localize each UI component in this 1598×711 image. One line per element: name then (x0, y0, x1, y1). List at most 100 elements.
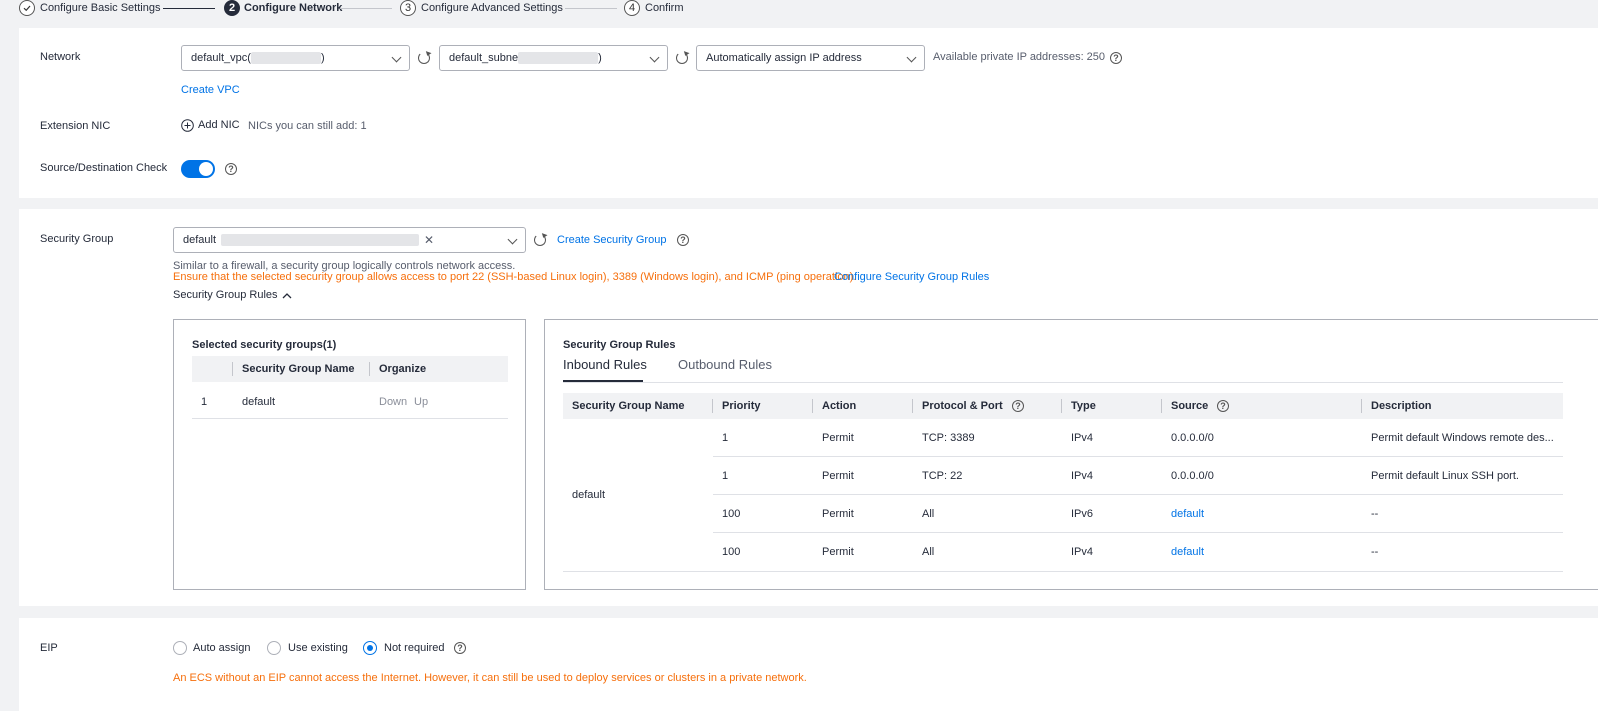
rule-protocol-port: All (922, 546, 935, 558)
rule-priority: 1 (722, 470, 729, 482)
extension-nic-label: Extension NIC (40, 120, 111, 132)
chevron-down-icon (391, 52, 402, 63)
column-header: Description (1371, 400, 1432, 412)
step-connector (163, 8, 215, 9)
wizard-steps: Configure Basic Settings 2 Configure Net… (0, 0, 1598, 18)
rule-group-name: default (572, 489, 606, 501)
column-divider (712, 399, 713, 413)
help-icon[interactable]: ? (454, 642, 466, 654)
rule-priority: 100 (722, 546, 741, 558)
create-vpc-link[interactable]: Create VPC (181, 84, 240, 96)
column-header: Protocol & Port (922, 400, 1003, 412)
radio-label-not-required: Not required (384, 642, 445, 654)
help-icon[interactable]: ? (225, 163, 237, 175)
configure-rules-link[interactable]: Configure Security Group Rules (834, 271, 989, 283)
rule-type: IPv4 (1071, 546, 1094, 558)
chevron-down-icon (649, 52, 660, 63)
add-nic-label: Add NIC (198, 119, 240, 131)
subnet-select[interactable]: default_subne) (439, 45, 668, 71)
radio-auto-assign[interactable] (173, 641, 187, 655)
table-row: 1 Permit TCP: 3389 IPv4 0.0.0.0/0 Permit… (713, 419, 1563, 457)
refresh-icon[interactable] (418, 52, 430, 64)
table-row: 1 default Down Up (192, 382, 508, 418)
column-header: Security Group Name (572, 400, 685, 412)
vpc-select[interactable]: default_vpc() (181, 45, 410, 71)
rule-action: Permit (822, 508, 854, 520)
redacted-subnet-id (518, 52, 599, 65)
move-up-button[interactable]: Up (414, 396, 428, 408)
rule-description: Permit default Windows remote des... (1371, 432, 1554, 444)
chevron-up-icon (282, 293, 292, 299)
security-group-card: Security Group default ✕ Create Security… (19, 209, 1598, 606)
step-label-network: Configure Network (244, 2, 343, 14)
rule-description: -- (1371, 546, 1379, 558)
rule-type: IPv6 (1071, 508, 1094, 520)
column-header: Type (1071, 400, 1096, 412)
rule-type: IPv4 (1071, 432, 1094, 444)
column-divider (912, 399, 913, 413)
chevron-down-icon (906, 52, 917, 63)
rules-panel-title: Security Group Rules (563, 339, 676, 351)
subnet-value: default_subne (449, 52, 519, 64)
rule-type: IPv4 (1071, 470, 1094, 482)
radio-use-existing[interactable] (267, 641, 281, 655)
help-icon[interactable]: ? (1012, 400, 1024, 412)
move-down-button[interactable]: Down (379, 396, 407, 408)
step-connector (340, 8, 392, 9)
selected-groups-title: Selected security groups(1) (192, 339, 337, 351)
step-label-confirm: Confirm (645, 2, 684, 14)
divider (192, 418, 508, 419)
table-row: 100 Permit All IPv4 default -- (713, 533, 1563, 571)
rule-source: 0.0.0.0/0 (1171, 432, 1214, 444)
column-divider (1061, 399, 1062, 413)
ip-mode-value: Automatically assign IP address (706, 52, 862, 64)
step-done-check-icon (19, 0, 35, 16)
rule-source-link[interactable]: default (1171, 546, 1204, 558)
rule-source: 0.0.0.0/0 (1171, 470, 1214, 482)
clear-icon[interactable]: ✕ (424, 228, 434, 252)
source-dest-check-toggle[interactable] (181, 160, 215, 178)
radio-not-required[interactable] (363, 641, 377, 655)
step-label-advanced: Configure Advanced Settings (421, 2, 563, 14)
network-card: Network default_vpc() default_subne) Aut… (19, 28, 1598, 198)
plus-circle-icon (181, 119, 194, 132)
radio-label-auto-assign: Auto assign (193, 642, 251, 654)
column-header: Action (822, 400, 857, 412)
security-group-label: Security Group (40, 233, 114, 245)
tab-inbound-rules[interactable]: Inbound Rules (563, 357, 647, 372)
step-number-4: 4 (624, 0, 640, 16)
divider (563, 571, 1563, 572)
column-header: Priority (722, 400, 761, 412)
radio-label-use-existing: Use existing (288, 642, 348, 654)
step-number-3: 3 (400, 0, 416, 16)
create-security-group-link[interactable]: Create Security Group (557, 234, 666, 246)
column-divider (1161, 399, 1162, 413)
help-icon[interactable]: ? (1217, 400, 1229, 412)
table-row: 100 Permit All IPv6 default -- (713, 495, 1563, 533)
refresh-icon[interactable] (676, 52, 688, 64)
step-label-basic[interactable]: Configure Basic Settings (40, 0, 160, 16)
source-dest-check-label: Source/Destination Check (40, 162, 168, 174)
available-ips-text: Available private IP addresses: 250 (933, 51, 1106, 63)
row-group-name: default (242, 396, 276, 408)
security-group-select[interactable]: default ✕ (173, 227, 526, 253)
eip-warning: An ECS without an EIP cannot access the … (173, 672, 807, 684)
help-icon[interactable]: ? (1110, 52, 1122, 64)
eip-label: EIP (40, 642, 58, 654)
rule-protocol-port: TCP: 3389 (922, 432, 975, 444)
refresh-icon[interactable] (534, 234, 546, 246)
tabs-divider (563, 382, 1563, 383)
column-header: Source (1171, 400, 1209, 412)
selected-security-groups-panel: Selected security groups(1) Security Gro… (173, 319, 526, 590)
row-index: 1 (201, 396, 208, 408)
security-group-value: default (183, 234, 217, 246)
network-label: Network (40, 51, 81, 63)
rule-priority: 1 (722, 432, 729, 444)
rule-action: Permit (822, 432, 854, 444)
ip-mode-select[interactable]: Automatically assign IP address (696, 45, 925, 71)
vpc-value: default_vpc( (191, 52, 251, 64)
column-divider (1361, 399, 1362, 413)
rule-source-link[interactable]: default (1171, 508, 1204, 520)
tab-outbound-rules[interactable]: Outbound Rules (678, 357, 772, 372)
help-icon[interactable]: ? (677, 234, 689, 246)
